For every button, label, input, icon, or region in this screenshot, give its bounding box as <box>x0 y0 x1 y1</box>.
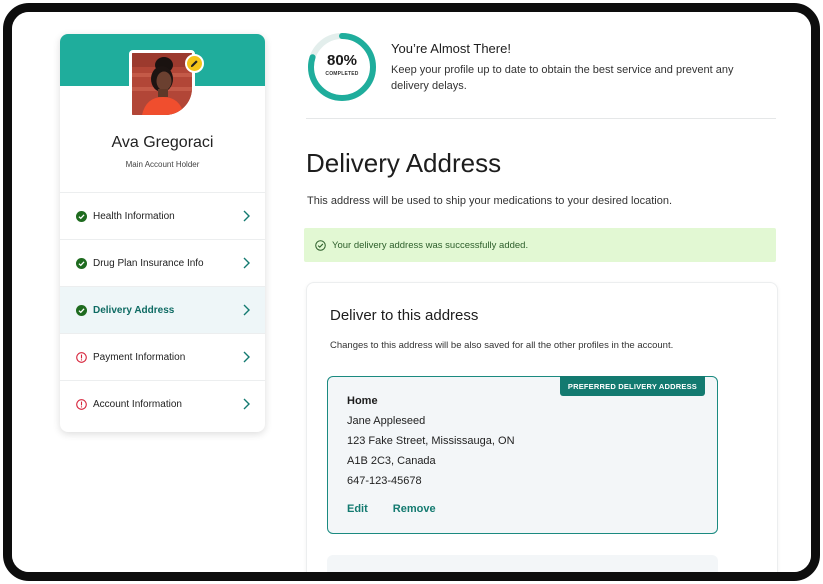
pencil-icon <box>190 60 198 68</box>
remove-address-link[interactable]: Remove <box>393 503 436 515</box>
nav-item-delivery-address[interactable]: Delivery Address <box>60 286 265 333</box>
address-card-next[interactable] <box>327 555 718 572</box>
divider <box>306 118 776 119</box>
nav-item-label: Delivery Address <box>93 304 175 316</box>
progress-text: Keep your profile up to date to obtain t… <box>391 64 734 92</box>
alert-text: Your delivery address was successfully a… <box>332 239 529 251</box>
edit-address-link[interactable]: Edit <box>347 503 368 515</box>
chevron-right-icon <box>243 304 250 316</box>
chevron-right-icon <box>243 257 250 269</box>
nav-item-health-information[interactable]: Health Information <box>60 192 265 239</box>
address-actions: Edit Remove <box>347 503 436 515</box>
progress-title: You’re Almost There! <box>391 41 511 56</box>
address-label: Home <box>347 395 378 407</box>
check-circle-icon <box>76 257 87 269</box>
chevron-right-icon <box>243 210 250 222</box>
address-name: Jane Appleseed <box>347 415 426 427</box>
panel-description: Changes to this address will be also sav… <box>330 340 674 351</box>
nav-item-label: Drug Plan Insurance Info <box>93 257 204 269</box>
address-street: 123 Fake Street, Mississauga, ON <box>347 435 515 447</box>
address-card[interactable]: PREFERRED DELIVERY ADDRESS Home Jane App… <box>327 376 718 534</box>
preferred-badge: PREFERRED DELIVERY ADDRESS <box>559 376 705 396</box>
progress-label: COMPLETED <box>325 71 359 77</box>
progress-percent: 80% <box>326 52 358 69</box>
profile-card: Ava Gregoraci Main Account Holder Health… <box>60 34 265 432</box>
address-panel: Deliver to this address Changes to this … <box>306 282 778 572</box>
success-alert: Your delivery address was successfully a… <box>304 228 776 262</box>
screen: Ava Gregoraci Main Account Holder Health… <box>12 12 811 572</box>
device-frame: Ava Gregoraci Main Account Holder Health… <box>3 3 820 581</box>
address-phone: 647-123-45678 <box>347 475 422 487</box>
page-title: Delivery Address <box>306 148 502 178</box>
profile-name: Ava Gregoraci <box>111 134 214 151</box>
chevron-right-icon <box>243 351 250 363</box>
nav-item-label: Health Information <box>93 210 175 222</box>
edit-avatar-button[interactable] <box>185 54 204 73</box>
profile-role: Main Account Holder <box>125 160 200 169</box>
nav-item-drug-plan-insurance-info[interactable]: Drug Plan Insurance Info <box>60 239 265 286</box>
alert-circle-icon <box>76 351 87 363</box>
nav-item-label: Account Information <box>93 398 182 410</box>
chevron-right-icon <box>243 398 250 410</box>
alert-circle-icon <box>76 398 87 410</box>
nav-item-payment-information[interactable]: Payment Information <box>60 333 265 380</box>
check-circle-icon <box>76 304 87 316</box>
page-description: This address will be used to ship your m… <box>307 195 673 207</box>
nav-item-label: Payment Information <box>93 351 186 363</box>
profile-nav: Health Information Drug Plan Insurance I… <box>60 192 265 427</box>
check-circle-icon <box>76 210 87 222</box>
nav-item-account-information[interactable]: Account Information <box>60 380 265 427</box>
panel-title: Deliver to this address <box>330 307 479 324</box>
address-postal: A1B 2C3, Canada <box>347 455 436 467</box>
check-circle-outline-icon <box>315 239 326 251</box>
